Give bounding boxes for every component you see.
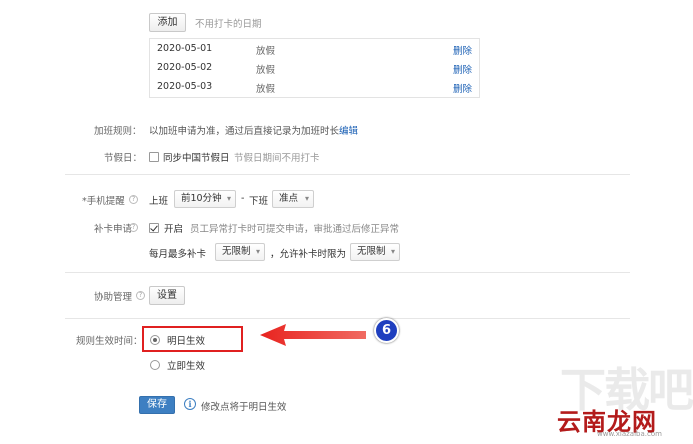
holiday-date-list: 2020-05-01 放假 删除 2020-05-02 放假 删除 2020-0… xyxy=(149,38,480,98)
makeup-label: 补卡申请 xyxy=(94,224,133,235)
divider xyxy=(65,174,630,175)
caret-down-icon: ▾ xyxy=(255,247,260,256)
info-icon: i xyxy=(184,398,196,410)
caret-down-icon: ▾ xyxy=(390,247,395,256)
save-note: 修改点将于明日生效 xyxy=(201,402,287,413)
monthly-makeup-select[interactable]: 无限制 ▾ xyxy=(215,243,265,261)
holiday-date: 2020-05-03 xyxy=(157,81,213,92)
arrow-left-icon xyxy=(260,324,366,346)
assist-management-label: 协助管理 xyxy=(94,292,133,303)
holiday-label: 节假日： xyxy=(104,153,143,164)
makeup-limit-label: ，允许补卡时限为 xyxy=(270,249,347,260)
overtime-edit-link[interactable]: 编辑 xyxy=(339,123,358,137)
makeup-limit-select[interactable]: 无限制 ▾ xyxy=(350,243,400,261)
overtime-rule-label: 加班规则： xyxy=(94,126,142,137)
divider xyxy=(65,272,630,273)
delete-link[interactable]: 删除 xyxy=(453,81,472,95)
effective-tomorrow-radio[interactable] xyxy=(150,335,160,345)
assist-settings-button[interactable]: 设置 xyxy=(149,286,185,305)
table-row: 2020-05-03 放假 删除 xyxy=(150,81,479,95)
effective-now-label: 立即生效 xyxy=(167,361,206,372)
overtime-rule-text: 以加班申请为准，通过后直接记录为加班时长 xyxy=(149,126,340,137)
select-value: 准点 xyxy=(279,193,299,204)
holiday-type: 放假 xyxy=(256,46,276,57)
dash-separator: - xyxy=(241,193,245,204)
makeup-enable-label: 开启 xyxy=(164,224,184,235)
clock-out-reminder-select[interactable]: 准点 ▾ xyxy=(272,190,314,208)
select-value: 无限制 xyxy=(357,246,386,257)
caret-down-icon: ▾ xyxy=(226,194,231,203)
help-icon[interactable]: ? xyxy=(129,195,138,204)
select-value: 无限制 xyxy=(222,246,251,257)
mobile-reminder-label: *手机提醒 xyxy=(82,196,125,207)
add-date-button[interactable]: 添加 xyxy=(149,13,186,32)
holiday-date: 2020-05-02 xyxy=(157,62,213,73)
sync-holiday-hint: 节假日期间不用打卡 xyxy=(234,153,320,164)
divider xyxy=(65,318,630,319)
effective-time-label: 规则生效时间： xyxy=(76,336,143,347)
holiday-type: 放假 xyxy=(256,65,276,76)
sync-holiday-label: 同步中国节假日 xyxy=(163,153,230,164)
holiday-date: 2020-05-01 xyxy=(157,43,213,54)
monthly-makeup-label: 每月最多补卡 xyxy=(149,249,207,260)
save-button[interactable]: 保存 xyxy=(139,396,175,414)
makeup-enable-checkbox[interactable] xyxy=(149,223,159,233)
help-icon[interactable]: ? xyxy=(129,223,138,232)
holiday-type: 放假 xyxy=(256,84,276,95)
makeup-hint: 员工异常打卡时可提交申请，审批通过后修正异常 xyxy=(190,224,400,235)
step-number-badge: 6 xyxy=(374,318,399,343)
select-value: 前10分钟 xyxy=(181,193,222,204)
clock-out-label: 下班 xyxy=(249,196,269,207)
add-date-hint: 不用打卡的日期 xyxy=(195,19,262,30)
watermark-url: www.xiazaiba.com xyxy=(597,430,662,438)
caret-down-icon: ▾ xyxy=(304,194,309,203)
table-row: 2020-05-02 放假 删除 xyxy=(150,62,479,76)
clock-in-reminder-select[interactable]: 前10分钟 ▾ xyxy=(174,190,236,208)
effective-now-radio[interactable] xyxy=(150,360,160,370)
help-icon[interactable]: ? xyxy=(136,291,145,300)
sync-holiday-checkbox[interactable] xyxy=(149,152,159,162)
effective-tomorrow-label: 明日生效 xyxy=(167,336,206,347)
delete-link[interactable]: 删除 xyxy=(453,43,472,57)
clock-in-label: 上班 xyxy=(149,196,169,207)
delete-link[interactable]: 删除 xyxy=(453,62,472,76)
table-row: 2020-05-01 放假 删除 xyxy=(150,43,479,57)
